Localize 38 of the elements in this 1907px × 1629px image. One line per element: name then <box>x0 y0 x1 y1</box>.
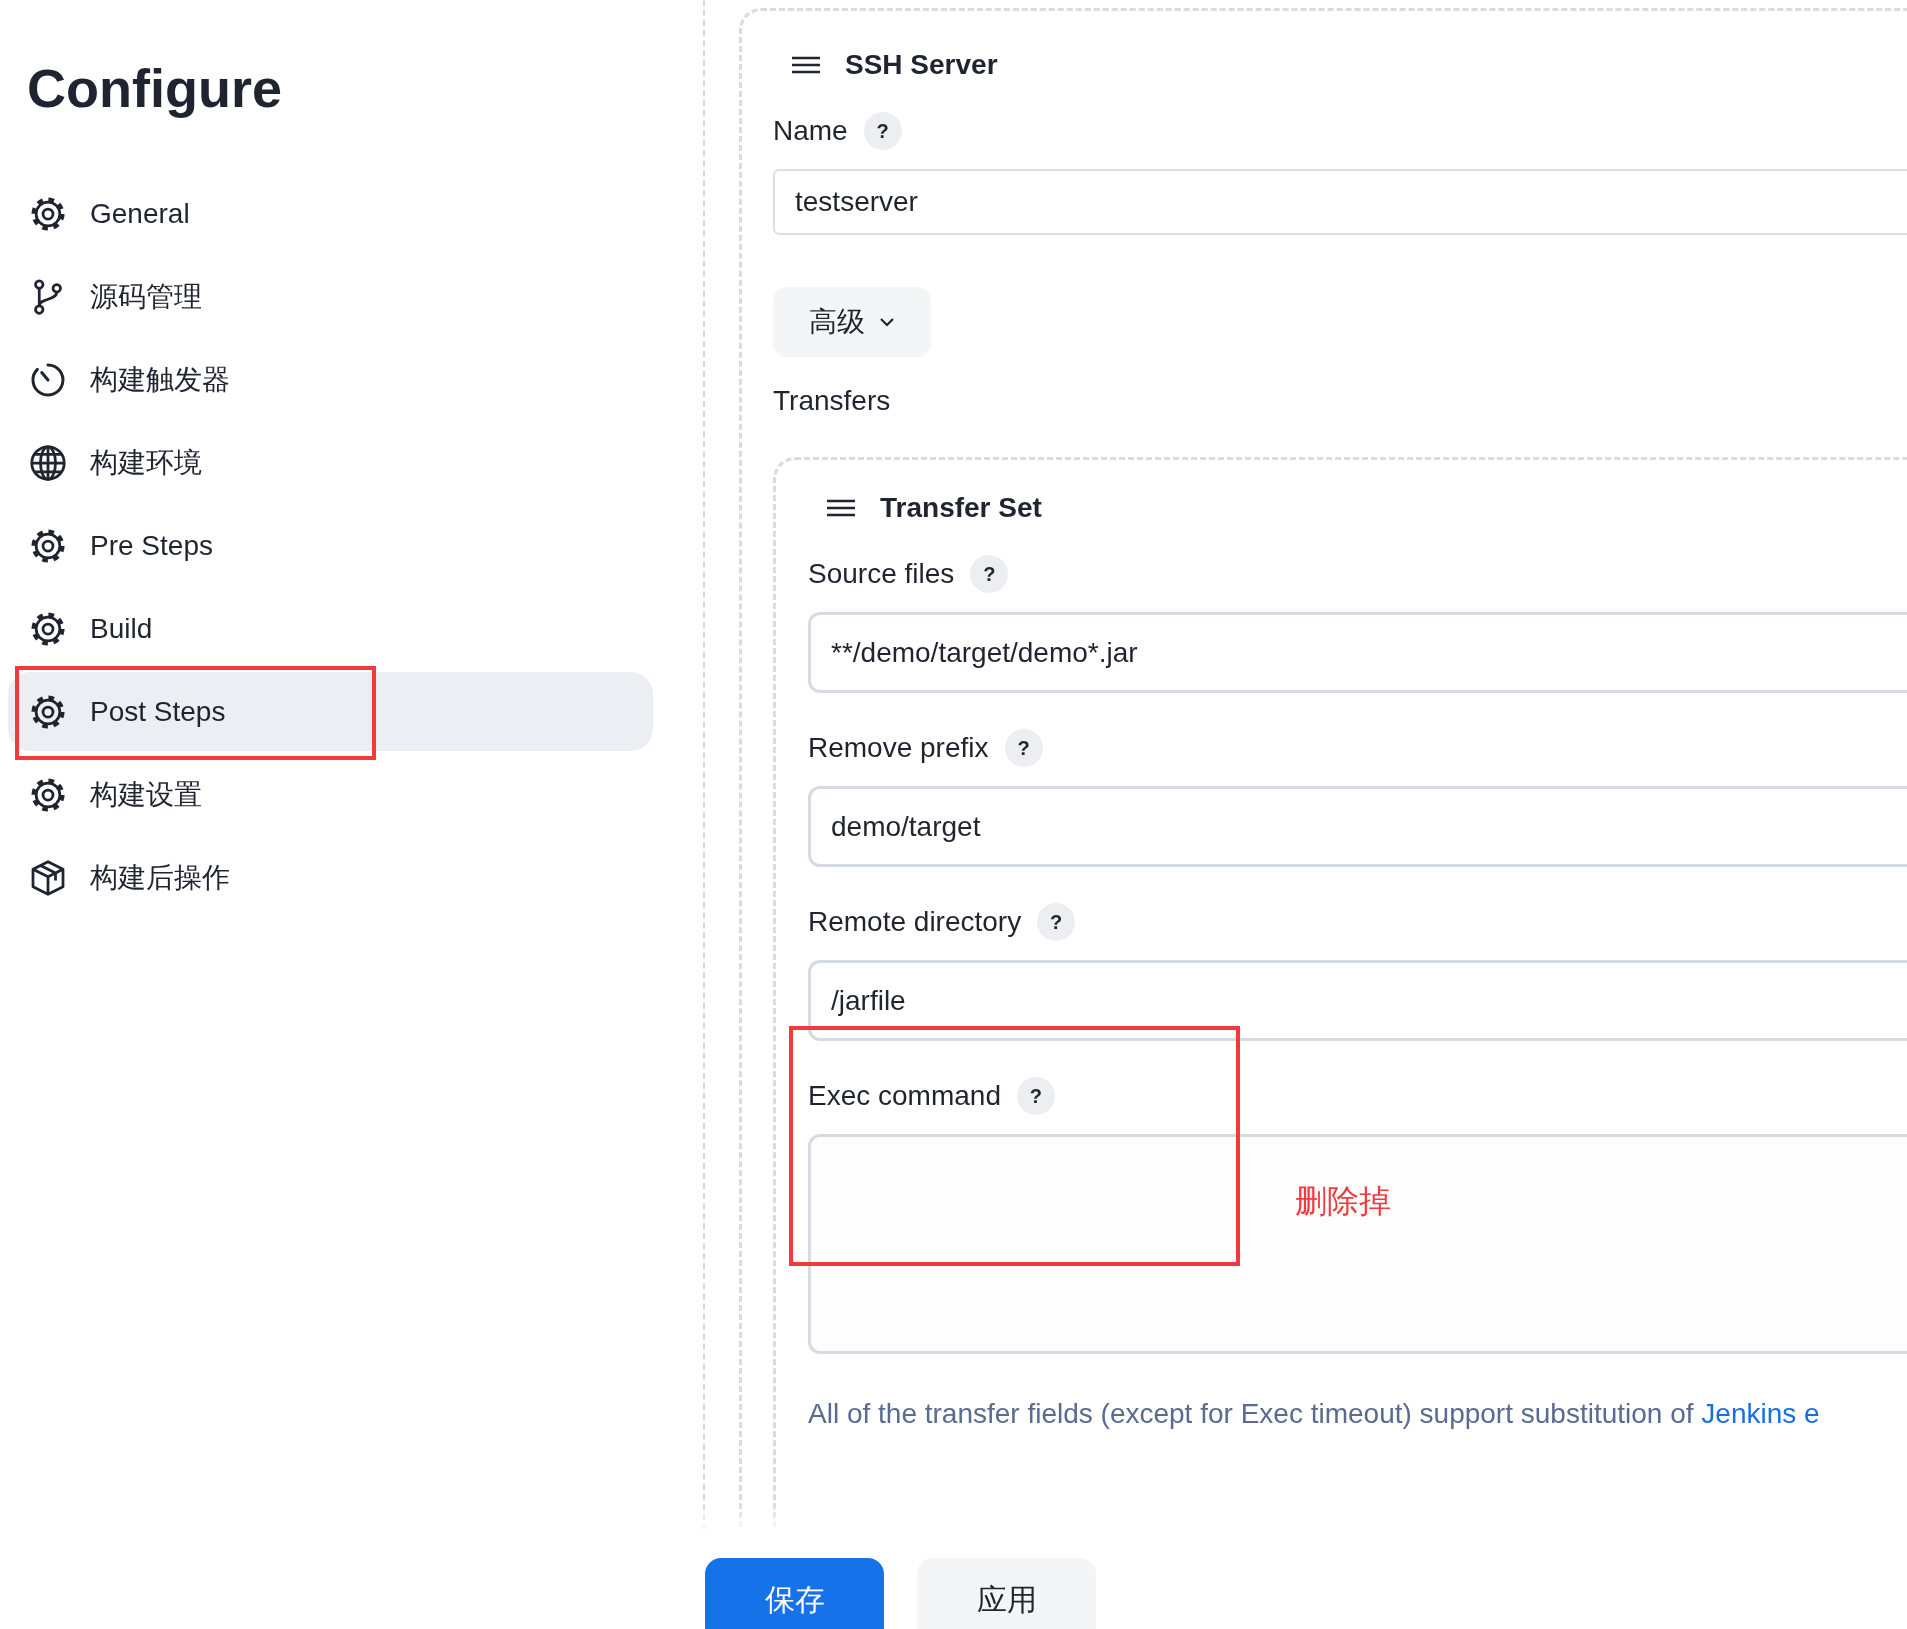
sidebar-item[interactable]: 构建设置 <box>8 755 653 834</box>
help-button[interactable]: ? <box>1037 903 1076 941</box>
name-field[interactable]: testserver <box>773 169 1907 235</box>
field-label: Source files <box>808 558 955 590</box>
help-text: All of the transfer fields (except for Exec timeout) support substitution of Jenkins e <box>808 1398 1821 1430</box>
field-label: Remote directory <box>808 906 1022 938</box>
help-button[interactable]: ? <box>863 112 902 150</box>
transfers-label: Transfers <box>773 385 892 417</box>
field-label: Exec command <box>808 1080 1001 1112</box>
input-field[interactable]: demo/target <box>808 786 1907 867</box>
sidebar-item[interactable]: General <box>8 174 653 253</box>
sidebar-item[interactable]: Build <box>8 589 653 668</box>
field-label: Remove prefix <box>808 732 989 764</box>
chevron-down-icon <box>879 317 895 327</box>
apply-button[interactable]: 应用 <box>917 1558 1096 1629</box>
globe-icon <box>28 442 68 483</box>
help-button[interactable]: ? <box>970 555 1009 593</box>
menu-icon[interactable] <box>826 498 856 518</box>
field-label: Name <box>773 115 848 147</box>
menu-icon[interactable] <box>791 55 821 75</box>
sidebar-item[interactable]: 源码管理 <box>8 257 653 336</box>
command-field[interactable] <box>808 1134 1907 1354</box>
sidebar-item[interactable]: Post Steps <box>8 672 653 751</box>
section-title: Transfer Set <box>880 492 1042 524</box>
page-title: Configure <box>27 57 283 120</box>
advanced-button[interactable]: 高级 <box>773 287 931 357</box>
input-field[interactable]: **/demo/target/demo*.jar <box>808 612 1907 693</box>
help-button[interactable]: ? <box>1016 1077 1055 1115</box>
help-button[interactable]: ? <box>1004 729 1043 767</box>
sidebar-item[interactable]: 构建环境 <box>8 423 653 502</box>
jenkins-link[interactable]: Jenkins e <box>1701 1398 1820 1429</box>
input-field[interactable]: /jarfile <box>808 960 1907 1041</box>
sidebar-item[interactable]: 构建后操作 <box>8 838 653 917</box>
sidebar-item[interactable]: 构建触发器 <box>8 340 653 419</box>
annotation-note: 删除掉 <box>1295 1182 1391 1221</box>
sidebar-item[interactable]: Pre Steps <box>8 506 653 585</box>
save-button[interactable]: 保存 <box>705 1558 884 1629</box>
section-title: SSH Server <box>845 49 998 81</box>
